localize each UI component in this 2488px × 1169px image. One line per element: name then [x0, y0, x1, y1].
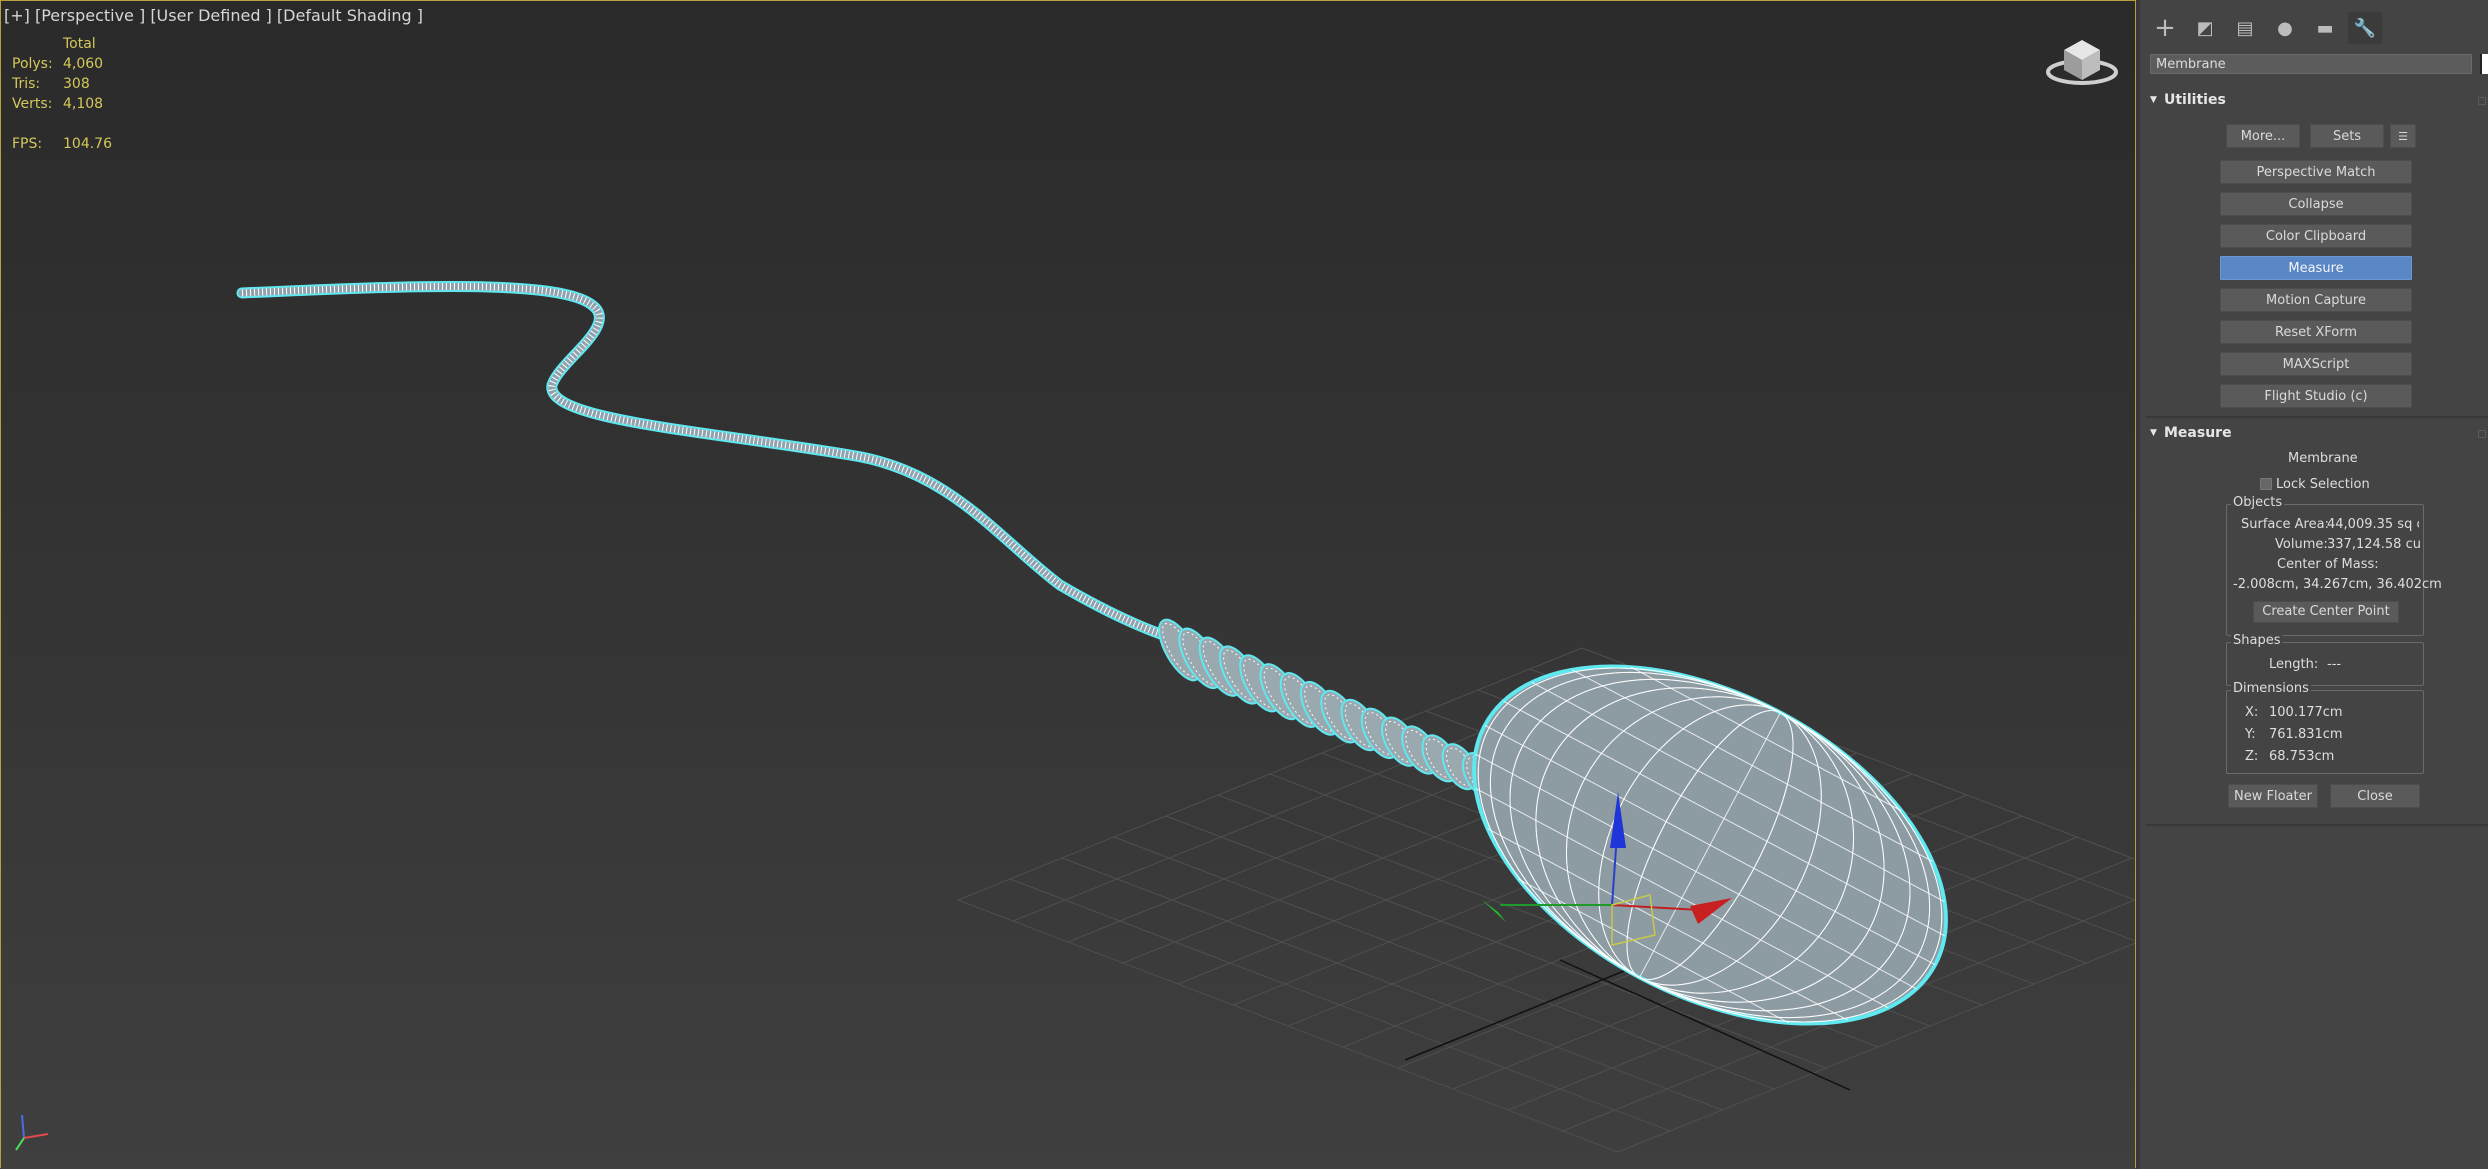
viewcube: [2046, 40, 2118, 85]
length-value: ---: [2327, 657, 2342, 672]
utility-button-perspective-match[interactable]: Perspective Match: [2220, 160, 2412, 184]
measured-object-name: Membrane: [2288, 451, 2358, 466]
modify-tab-icon[interactable]: ◩: [2188, 12, 2222, 44]
utility-button-reset-xform[interactable]: Reset XForm: [2220, 320, 2412, 344]
center-of-mass-value: -2.008cm, 34.267cm, 36.402cm: [2233, 577, 2442, 592]
world-axis-tripod: [15, 1114, 49, 1151]
sets-button[interactable]: Sets: [2310, 124, 2384, 148]
utility-button-measure[interactable]: Measure: [2220, 256, 2412, 280]
volume-label: Volume:: [2275, 537, 2328, 552]
grid-line: [957, 899, 1619, 1153]
tail-mesh: [238, 283, 1184, 644]
dimension-x-label: X:: [2245, 705, 2259, 720]
rollout-grip-icon: [2478, 97, 2486, 105]
dimensions-group-title: Dimensions: [2231, 681, 2311, 696]
object-name-field[interactable]: Membrane: [2150, 54, 2472, 74]
surface-area-value: 44,009.35 sq cr: [2327, 517, 2419, 532]
tail-wireframe: [241, 283, 1181, 644]
rollout-grip-icon: [2478, 430, 2486, 438]
measure-title: Measure: [2164, 425, 2232, 441]
polys-count: 4,060: [63, 56, 104, 72]
fps-label: FPS:: [12, 136, 43, 152]
utility-button-maxscript[interactable]: MAXScript: [2220, 352, 2412, 376]
objects-group: Objects Surface Area: 44,009.35 sq cr Vo…: [2226, 495, 2442, 636]
fps-value: 104.76: [63, 136, 112, 152]
polys-label: Polys:: [12, 56, 53, 72]
verts-count: 4,108: [63, 96, 104, 112]
utilities-rollout-header[interactable]: ▼ Utilities: [2146, 90, 2486, 110]
viewport-statistics: Total Polys: 4,060 Tris: 308 Verts: 4,108 F…: [12, 34, 153, 154]
tris-label: Tris:: [12, 76, 41, 92]
new-floater-button[interactable]: New Floater: [2228, 784, 2318, 808]
dimension-y-label: Y:: [2245, 727, 2256, 742]
rollout-separator: [2146, 824, 2488, 826]
viewport-plus-menu[interactable]: [+]: [4, 6, 30, 25]
create-center-point-button[interactable]: Create Center Point: [2253, 601, 2399, 623]
world-z-axis: [21, 1114, 25, 1139]
close-button[interactable]: Close: [2330, 784, 2420, 808]
volume-value: 337,124.58 cu: [2327, 537, 2421, 552]
utilities-tab-icon[interactable]: 🔧: [2348, 12, 2382, 44]
dimension-y-value: 761.831cm: [2269, 727, 2343, 742]
command-panel-tabs: + ◩ ▤ ● ▬ 🔧: [2148, 12, 2382, 46]
objects-group-title: Objects: [2231, 495, 2285, 510]
display-tab-icon[interactable]: ▬: [2308, 12, 2342, 44]
utility-button-collapse[interactable]: Collapse: [2220, 192, 2412, 216]
viewport-label-menu[interactable]: [+] [Perspective ] [User Defined ] [Defa…: [4, 6, 423, 25]
tris-count: 308: [63, 76, 90, 92]
verts-label: Verts:: [12, 96, 53, 112]
utility-button-motion-capture[interactable]: Motion Capture: [2220, 288, 2412, 312]
shapes-group-title: Shapes: [2231, 633, 2283, 648]
viewport-scene[interactable]: [0, 0, 2136, 1169]
lock-selection-label: Lock Selection: [2276, 477, 2370, 492]
motion-tab-icon[interactable]: ●: [2268, 12, 2302, 44]
collapse-arrow-icon: ▼: [2150, 95, 2157, 105]
create-tab-icon[interactable]: +: [2148, 12, 2182, 44]
lock-selection-checkbox[interactable]: [2260, 478, 2272, 490]
surface-area-label: Surface Area:: [2241, 517, 2329, 532]
center-of-mass-label: Center of Mass:: [2277, 557, 2379, 572]
object-color-swatch[interactable]: [2480, 54, 2488, 74]
perspective-viewport[interactable]: [+] [Perspective ] [User Defined ] [Defa…: [0, 0, 2136, 1169]
hierarchy-tab-icon[interactable]: ▤: [2228, 12, 2262, 44]
world-y-axis: [15, 1137, 25, 1151]
viewport-view-menu[interactable]: [Perspective ]: [35, 6, 145, 25]
dimension-z-value: 68.753cm: [2269, 749, 2335, 764]
shapes-group: Shapes Length: ---: [2226, 633, 2424, 686]
tail-selection-outline: [236, 281, 1186, 646]
dimensions-group: Dimensions X: 100.177cm Y: 761.831cm Z: …: [2226, 681, 2424, 774]
dimension-z-label: Z:: [2245, 749, 2259, 764]
utilities-title: Utilities: [2164, 92, 2226, 108]
measure-rollout-header[interactable]: ▼ Measure: [2146, 423, 2486, 443]
configure-sets-icon[interactable]: ☰: [2390, 124, 2416, 148]
utility-button-color-clipboard[interactable]: Color Clipboard: [2220, 224, 2412, 248]
utility-button-flight-studio-c[interactable]: Flight Studio (c): [2220, 384, 2412, 408]
viewport-shading-menu[interactable]: [Default Shading ]: [277, 6, 423, 25]
length-label: Length:: [2269, 657, 2319, 672]
dimension-x-value: 100.177cm: [2269, 705, 2343, 720]
collapse-arrow-icon: ▼: [2150, 428, 2157, 438]
stats-header: Total: [63, 36, 96, 52]
viewport-camera-menu[interactable]: [User Defined ]: [150, 6, 272, 25]
world-x-axis: [23, 1133, 49, 1139]
more-button[interactable]: More...: [2226, 124, 2300, 148]
command-panel: + ◩ ▤ ● ▬ 🔧 Membrane ▼ Utilities More... Sets …: [2136, 0, 2488, 1169]
rollout-separator: [2146, 416, 2488, 418]
